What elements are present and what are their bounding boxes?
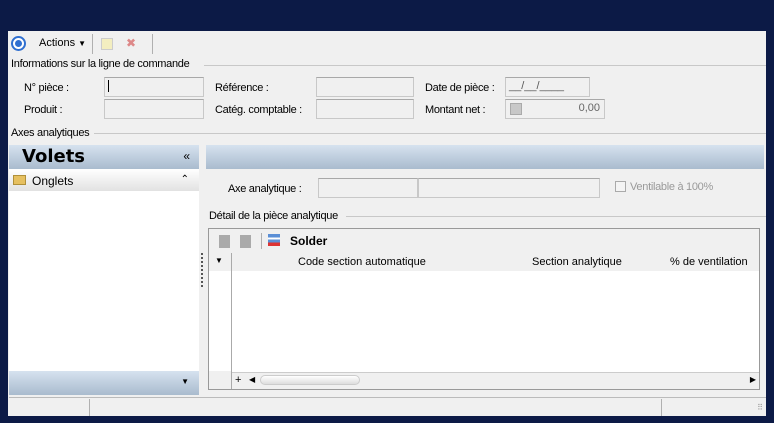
categ-comptable-input[interactable] — [316, 99, 414, 119]
delete-icon[interactable]: ✖ — [126, 36, 136, 50]
section-title-info: Informations sur la ligne de commande — [11, 58, 190, 70]
volets-title: Volets — [22, 146, 86, 167]
axe-code-input[interactable] — [318, 178, 418, 198]
solder-icon[interactable] — [268, 234, 280, 246]
status-bar: ⠿ — [9, 397, 766, 416]
reference-label: Référence : — [215, 82, 269, 94]
app-logo-icon[interactable] — [11, 36, 26, 51]
scroll-right-icon[interactable]: ▶ — [750, 375, 756, 384]
grid-header: ▼ Code section automatique Section analy… — [209, 253, 759, 271]
new-document-icon[interactable] — [101, 38, 113, 50]
volets-item-onglets[interactable]: Onglets ⌃ — [9, 169, 199, 191]
section-title-axes: Axes analytiques — [11, 127, 90, 139]
scroll-thumb[interactable] — [260, 375, 360, 385]
date-piece-input[interactable]: __/__/____ — [505, 77, 590, 97]
collapse-left-icon[interactable]: « — [183, 149, 190, 163]
ventilable-label: Ventilable à 100% — [630, 181, 713, 193]
volets-panel: Volets « Onglets ⌃ ▼ — [9, 145, 199, 395]
ventilable-checkbox[interactable] — [615, 181, 626, 192]
folder-icon — [13, 175, 26, 185]
num-piece-input[interactable] — [104, 77, 204, 97]
axe-analytique-label: Axe analytique : — [228, 183, 302, 195]
collapse-up-icon[interactable]: ⌃ — [181, 174, 189, 185]
calculator-button[interactable] — [510, 103, 522, 115]
horizontal-scrollbar[interactable]: + ◀ ▶ — [232, 372, 759, 389]
resize-grip-icon[interactable]: ⠿ — [757, 403, 763, 412]
chevron-down-icon[interactable]: ▼ — [181, 377, 189, 386]
axe-name-input[interactable] — [418, 178, 600, 198]
reference-input[interactable] — [316, 77, 414, 97]
volets-footer: ▼ — [9, 371, 199, 395]
solder-button[interactable]: Solder — [290, 234, 327, 248]
detail-grid: Solder ▼ Code section automatique Sectio… — [208, 228, 760, 390]
grid-edit-icon[interactable] — [240, 235, 251, 248]
montant-net-label: Montant net : — [425, 104, 486, 116]
grid-toolbar: Solder — [209, 229, 759, 253]
splitter-handle[interactable] — [201, 253, 203, 287]
scroll-left-icon[interactable]: ◀ — [249, 375, 255, 384]
grid-new-icon[interactable] — [219, 235, 230, 248]
onglets-label: Onglets — [32, 174, 74, 188]
montant-net-input[interactable]: 0,00 — [505, 99, 605, 119]
window: Actions ▼ ✖ Informations sur la ligne de… — [8, 31, 766, 416]
date-piece-label: Date de pièce : — [425, 82, 495, 94]
categ-comptable-label: Catég. comptable : — [215, 104, 302, 116]
section-title-detail: Détail de la pièce analytique — [209, 210, 338, 222]
column-chooser-icon[interactable]: ▼ — [215, 256, 223, 265]
num-piece-label: N° pièce : — [24, 82, 69, 94]
dropdown-arrow-icon: ▼ — [78, 39, 87, 48]
produit-label: Produit : — [24, 104, 63, 116]
column-header-ventilation[interactable]: % de ventilation — [670, 256, 748, 268]
column-header-section[interactable]: Section analytique — [532, 256, 622, 268]
actions-label: Actions — [39, 37, 76, 49]
volets-header: Volets « — [9, 145, 199, 169]
produit-input[interactable] — [104, 99, 204, 119]
montant-net-value: 0,00 — [578, 102, 600, 114]
right-panel-header — [206, 145, 764, 169]
actions-menu[interactable]: Actions ▼ — [39, 37, 86, 49]
add-row-icon[interactable]: + — [235, 374, 241, 386]
column-header-code[interactable]: Code section automatique — [298, 256, 426, 268]
